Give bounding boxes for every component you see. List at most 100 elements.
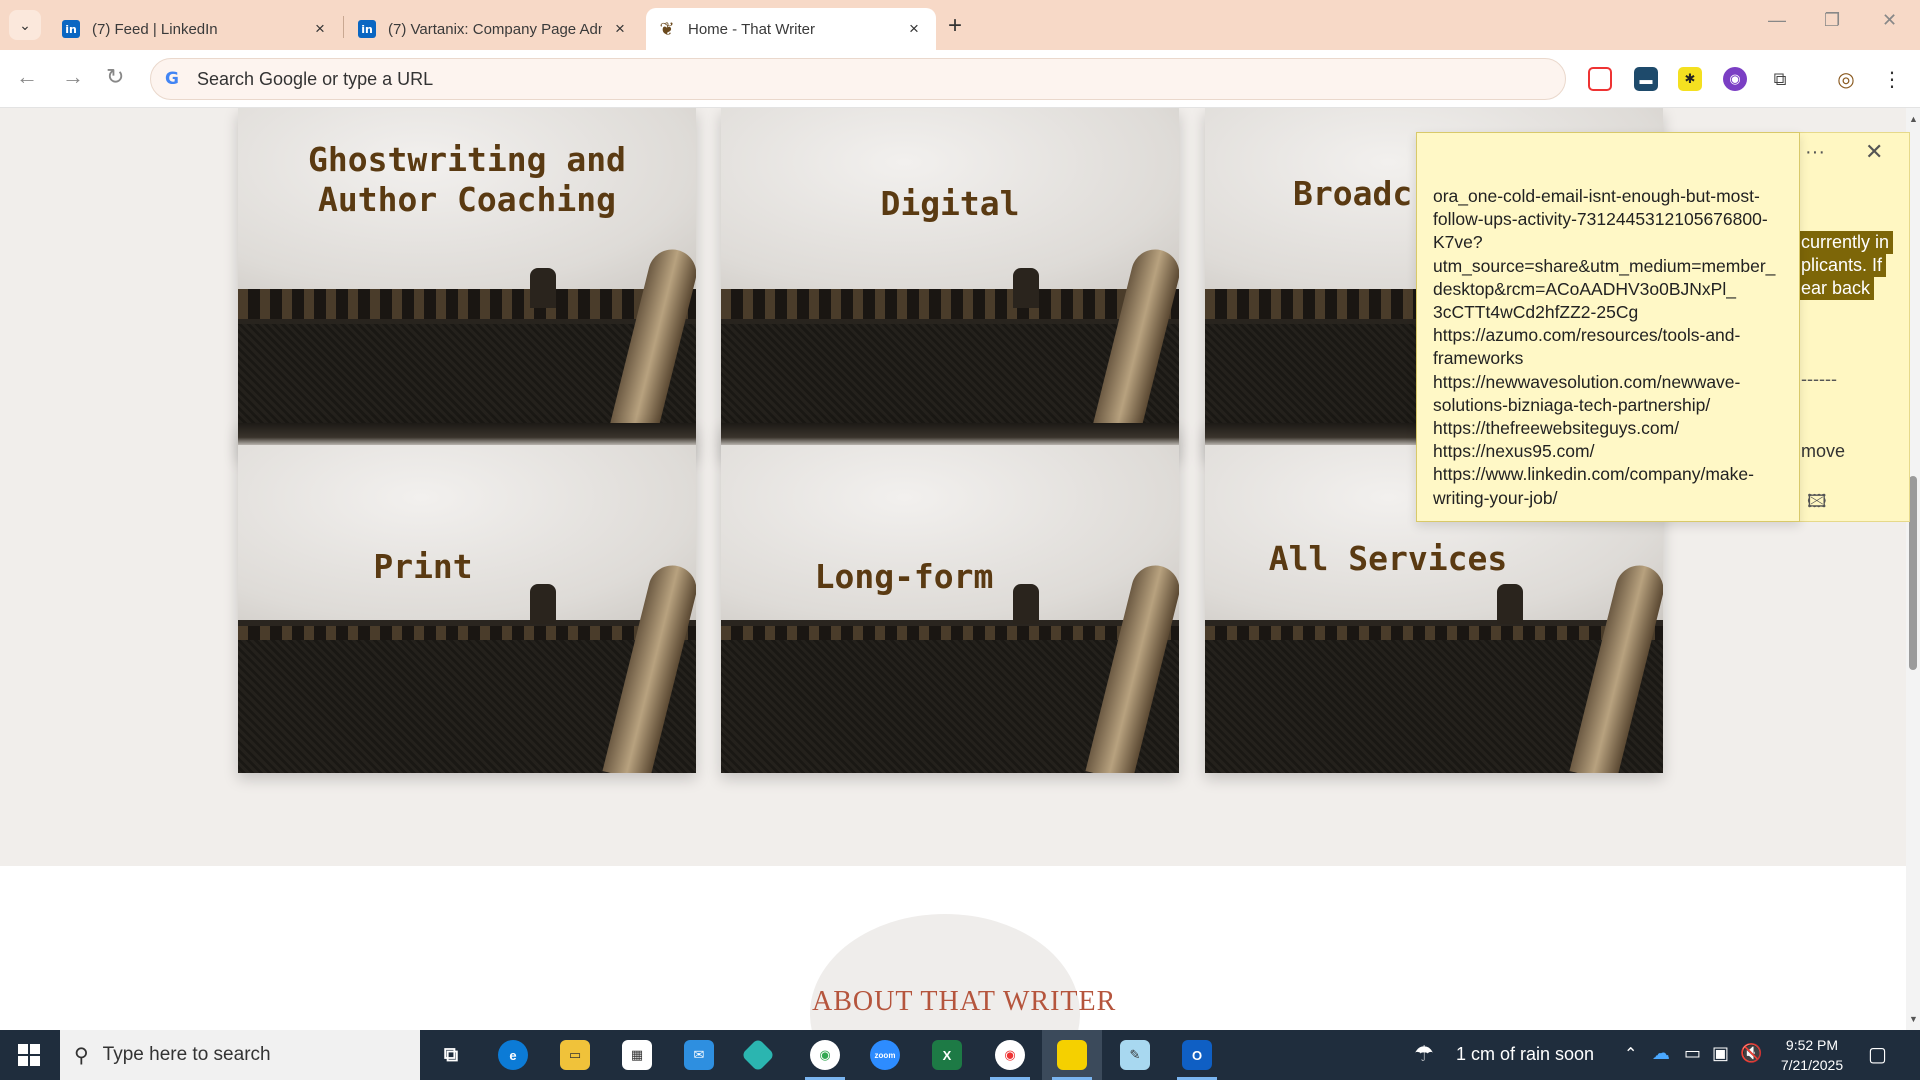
note-line: https://nexus95.com/ xyxy=(1433,441,1595,462)
taskbar-clock[interactable]: 9:52 PM 7/21/2025 xyxy=(1762,1035,1862,1075)
task-view-icon[interactable]: ⧉ xyxy=(436,1040,466,1070)
notepad-icon[interactable]: ✎ xyxy=(1120,1040,1150,1070)
tab-separator xyxy=(343,16,344,38)
chevron-down-icon: ⌄ xyxy=(19,16,31,33)
more-options-icon[interactable]: ··· xyxy=(1805,141,1825,164)
tab-title: Home - That Writer xyxy=(688,20,815,38)
extensions-puzzle-icon[interactable]: ⧉ xyxy=(1768,67,1792,91)
chrome-profile-icon[interactable]: ◉ xyxy=(995,1040,1025,1070)
back-arrow-icon[interactable]: ← xyxy=(16,64,38,90)
clock-time: 9:52 PM xyxy=(1785,1037,1839,1053)
note-line: ora_one-cold-email-isnt-enough-but-most- xyxy=(1433,186,1760,206)
address-bar[interactable]: G Search Google or type a URL xyxy=(150,58,1566,100)
service-card-digital[interactable]: Digital xyxy=(721,108,1179,456)
reload-icon[interactable]: ↻ xyxy=(106,64,124,90)
volume-muted-icon[interactable]: 🔇 xyxy=(1740,1043,1762,1064)
service-label: Long-form xyxy=(814,557,994,596)
profile-avatar-icon[interactable]: ◎ xyxy=(1834,67,1858,91)
pokeball-extension-icon[interactable] xyxy=(1588,67,1612,91)
tab-title: (7) Vartanix: Company Page Adm xyxy=(388,20,602,38)
note-line: utm_source=share&utm_medium=member_ xyxy=(1433,255,1776,276)
highlighted-text: currently in xyxy=(1797,231,1894,254)
note-line: desktop&rcm=ACoAADHV3o0BJNxPl_ xyxy=(1433,278,1736,299)
highlighted-text: plicants. If xyxy=(1797,254,1887,277)
rain-umbrella-icon[interactable]: ☂ xyxy=(1414,1041,1434,1067)
note-line: writing-your-job/ xyxy=(1433,487,1558,508)
search-placeholder: Type here to search xyxy=(102,1044,271,1065)
restore-icon[interactable]: ❐ xyxy=(1824,10,1840,31)
note-line: follow-ups-activity-7312445312105676800- xyxy=(1433,209,1768,230)
note-line: https://www.linkedin.com/company/make- xyxy=(1433,464,1754,485)
window-close-icon[interactable]: ✕ xyxy=(1882,10,1897,31)
new-tab-button[interactable]: + xyxy=(948,12,962,40)
battery-icon[interactable]: ▭ xyxy=(1684,1043,1701,1064)
menu-kebab-icon[interactable]: ⋮ xyxy=(1880,67,1904,91)
note-line: https://thefreewebsiteguys.com/ xyxy=(1433,418,1680,439)
taskbar-search-input[interactable]: ⚲ Type here to search xyxy=(60,1030,420,1080)
note-line: https://newwavesolution.com/newwave- xyxy=(1433,371,1741,392)
service-label: Ghostwriting and Author Coaching xyxy=(308,140,626,219)
folder-extension-icon[interactable]: ▬ xyxy=(1634,67,1658,91)
note-line: frameworks xyxy=(1433,348,1524,369)
highlighted-text: ear back xyxy=(1797,277,1875,300)
tab-linkedin-feed[interactable]: in (7) Feed | LinkedIn × xyxy=(50,8,342,50)
sticky-notes-icon[interactable] xyxy=(1057,1040,1087,1070)
divider-text: ------ xyxy=(1801,369,1837,389)
mail-icon[interactable]: ✉ xyxy=(684,1040,714,1070)
note-line: solutions-bizniaga-tech-partnership/ xyxy=(1433,394,1711,415)
windows-start-icon[interactable] xyxy=(18,1044,40,1066)
scrollbar-thumb[interactable] xyxy=(1909,476,1917,670)
note-text: move xyxy=(1801,441,1846,461)
service-card-ghostwriting[interactable]: Ghostwriting and Author Coaching xyxy=(238,108,696,456)
note-line: K7ve? xyxy=(1433,232,1483,253)
zoom-icon[interactable]: zoom xyxy=(870,1040,900,1070)
clock-date: 7/21/2025 xyxy=(1780,1057,1844,1073)
sticky-note[interactable]: ora_one-cold-email-isnt-enough-but-most-… xyxy=(1416,132,1800,522)
close-icon[interactable]: × xyxy=(904,19,924,39)
onedrive-cloud-icon[interactable]: ☁ xyxy=(1652,1043,1670,1064)
scroll-up-icon[interactable]: ▲ xyxy=(1909,114,1918,124)
minimize-icon[interactable]: — xyxy=(1768,10,1786,31)
forward-arrow-icon[interactable]: → xyxy=(62,64,84,90)
close-icon[interactable]: × xyxy=(610,19,630,39)
sticky-note-text[interactable]: ora_one-cold-email-isnt-enough-but-most-… xyxy=(1433,185,1793,510)
edge-browser-icon[interactable]: e xyxy=(498,1040,528,1070)
file-explorer-icon[interactable]: ▭ xyxy=(560,1040,590,1070)
note-line: https://azumo.com/resources/tools-and- xyxy=(1433,325,1741,346)
windows-taskbar: ⚲ Type here to search ⧉ e ▭ ▦ ✉ ◉ zoom X… xyxy=(0,1030,1920,1080)
excel-icon[interactable]: X xyxy=(932,1040,962,1070)
tab-that-writer[interactable]: ❦ Home - That Writer × xyxy=(646,8,936,50)
star-extension-icon[interactable]: ✱ xyxy=(1678,67,1702,91)
app-diamond-icon[interactable] xyxy=(741,1038,775,1072)
scroll-down-icon[interactable]: ▼ xyxy=(1909,1014,1918,1024)
network-icon[interactable]: ▣ xyxy=(1712,1043,1729,1064)
service-card-long-form[interactable]: Long-form xyxy=(721,423,1179,773)
color-picker-extension-icon[interactable]: ◉ xyxy=(1723,67,1747,91)
note-line: 3cCTTt4wCd2hfZZ2-25Cg xyxy=(1433,302,1639,323)
chrome-icon[interactable]: ◉ xyxy=(810,1040,840,1070)
quill-icon: ❦ xyxy=(659,18,675,40)
linkedin-icon: in xyxy=(62,20,80,38)
tab-title: (7) Feed | LinkedIn xyxy=(92,20,218,38)
close-icon[interactable]: × xyxy=(310,19,330,39)
search-icon: ⚲ xyxy=(74,1044,89,1067)
linkedin-icon: in xyxy=(358,20,376,38)
close-icon[interactable]: ✕ xyxy=(1865,139,1883,165)
about-heading: ABOUT THAT WRITER xyxy=(812,986,1117,1017)
address-placeholder: Search Google or type a URL xyxy=(197,68,434,89)
tab-search-button[interactable]: ⌄ xyxy=(9,10,41,40)
google-icon: G xyxy=(165,69,179,89)
notifications-icon[interactable]: ▢ xyxy=(1868,1042,1887,1067)
service-card-print[interactable]: Print xyxy=(238,423,696,773)
service-label: All Services xyxy=(1268,539,1508,578)
tab-bar: ⌄ in (7) Feed | LinkedIn × in (7) Vartan… xyxy=(0,0,1920,50)
service-label: Print xyxy=(373,547,473,586)
about-section: ABOUT THAT WRITER xyxy=(0,866,1906,1030)
weather-text[interactable]: 1 cm of rain soon xyxy=(1456,1044,1594,1065)
tab-vartanix[interactable]: in (7) Vartanix: Company Page Adm × xyxy=(346,8,642,50)
browser-toolbar: ← → ↻ G Search Google or type a URL ▬ ✱ … xyxy=(0,50,1920,108)
microsoft-store-icon[interactable]: ▦ xyxy=(622,1040,652,1070)
chevron-up-icon[interactable]: ⌃ xyxy=(1624,1044,1637,1064)
outlook-icon[interactable]: O xyxy=(1182,1040,1212,1070)
image-icon[interactable]: 🖾 xyxy=(1807,489,1827,519)
